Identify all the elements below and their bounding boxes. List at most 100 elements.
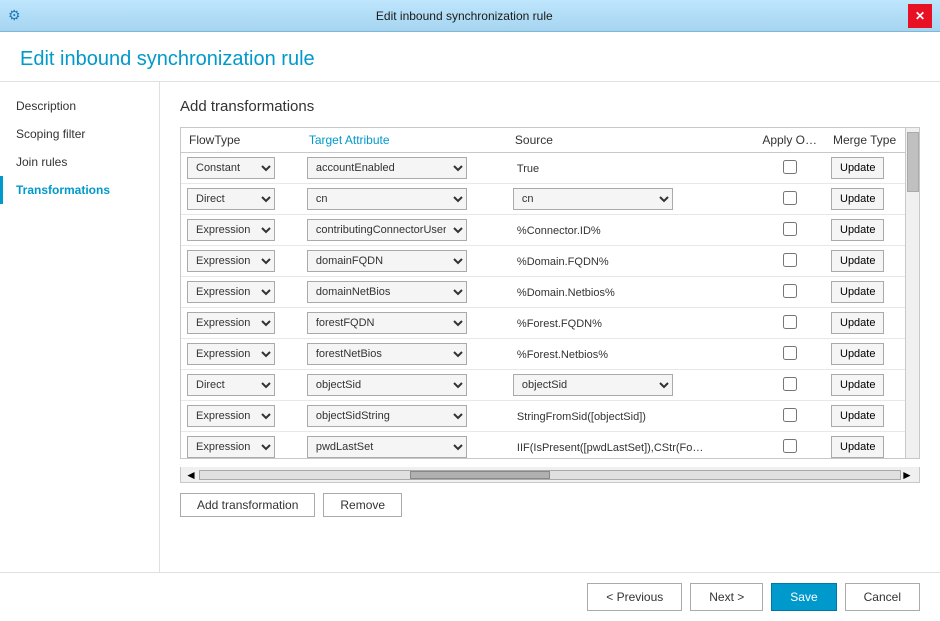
apply-cell xyxy=(754,432,825,459)
target-select[interactable]: objectSidString xyxy=(307,405,467,427)
target-select[interactable]: domainNetBios xyxy=(307,281,467,303)
apply-checkbox[interactable] xyxy=(783,222,797,236)
window-title: Edit inbound synchronization rule xyxy=(21,9,908,23)
vertical-scrollbar[interactable] xyxy=(905,128,919,458)
target-select[interactable]: domainFQDN xyxy=(307,250,467,272)
previous-button[interactable]: < Previous xyxy=(587,583,682,611)
sidebar-item-join-rules[interactable]: Join rules xyxy=(0,148,159,176)
source-text: StringFromSid([objectSid]) xyxy=(513,409,650,425)
apply-cell xyxy=(754,370,825,401)
flowtype-cell: ConstantDirectExpression xyxy=(181,277,301,308)
merge-button[interactable]: Update xyxy=(831,188,884,210)
flowtype-cell: ConstantDirectExpression xyxy=(181,308,301,339)
scroll-thumb[interactable] xyxy=(907,132,919,192)
apply-cell xyxy=(754,184,825,215)
merge-button[interactable]: Update xyxy=(831,374,884,396)
flowtype-select[interactable]: ConstantDirectExpression xyxy=(187,343,275,365)
apply-cell xyxy=(754,339,825,370)
merge-button[interactable]: Update xyxy=(831,312,884,334)
table-row: ConstantDirectExpression contributingConn… xyxy=(181,215,905,246)
target-select[interactable]: cn xyxy=(307,188,467,210)
merge-cell: Update xyxy=(825,277,905,308)
apply-cell xyxy=(754,401,825,432)
apply-checkbox[interactable] xyxy=(783,253,797,267)
apply-checkbox[interactable] xyxy=(783,284,797,298)
next-button[interactable]: Next > xyxy=(690,583,763,611)
source-cell: %Forest.FQDN% xyxy=(507,308,754,339)
flowtype-select[interactable]: ConstantDirectExpression xyxy=(187,219,275,241)
target-select[interactable]: forestNetBios xyxy=(307,343,467,365)
content-area: Description Scoping filter Join rules Tr… xyxy=(0,82,940,572)
target-select[interactable]: forestFQDN xyxy=(307,312,467,334)
target-select[interactable]: accountEnabled xyxy=(307,157,467,179)
col-apply: Apply O… xyxy=(754,128,825,153)
merge-cell: Update xyxy=(825,432,905,459)
apply-checkbox[interactable] xyxy=(783,439,797,453)
flowtype-select[interactable]: ConstantDirectExpression xyxy=(187,188,275,210)
flowtype-select[interactable]: ConstantDirectExpression xyxy=(187,281,275,303)
apply-checkbox[interactable] xyxy=(783,377,797,391)
merge-button[interactable]: Update xyxy=(831,436,884,458)
top-bar: Edit inbound synchronization rule xyxy=(0,32,940,82)
horizontal-scroll-bar[interactable]: ◄ ► xyxy=(180,467,920,483)
source-text: %Domain.FQDN% xyxy=(513,254,613,270)
transformations-table: FlowType Target Attribute Source Apply O… xyxy=(181,128,905,458)
cancel-button[interactable]: Cancel xyxy=(845,583,920,611)
apply-cell xyxy=(754,277,825,308)
merge-cell: Update xyxy=(825,339,905,370)
sidebar-item-scoping-filter[interactable]: Scoping filter xyxy=(0,120,159,148)
merge-button[interactable]: Update xyxy=(831,405,884,427)
target-select[interactable]: contributingConnectorUser xyxy=(307,219,467,241)
apply-checkbox[interactable] xyxy=(783,160,797,174)
merge-button[interactable]: Update xyxy=(831,343,884,365)
save-button[interactable]: Save xyxy=(771,583,836,611)
apply-checkbox[interactable] xyxy=(783,191,797,205)
source-cell: %Connector.ID% xyxy=(507,215,754,246)
title-bar: ⚙ Edit inbound synchronization rule ✕ xyxy=(0,0,940,32)
table-scroll-area: FlowType Target Attribute Source Apply O… xyxy=(181,128,919,458)
table-row: ConstantDirectExpression cn cn Update xyxy=(181,184,905,215)
sidebar-item-transformations[interactable]: Transformations xyxy=(0,176,159,204)
flowtype-select[interactable]: ConstantDirectExpression xyxy=(187,405,275,427)
flowtype-select[interactable]: ConstantDirectExpression xyxy=(187,436,275,458)
target-select[interactable]: pwdLastSet xyxy=(307,436,467,458)
sidebar-item-description[interactable]: Description xyxy=(0,92,159,120)
source-cell: objectSid xyxy=(507,370,754,401)
target-cell: forestFQDN xyxy=(301,308,507,339)
flowtype-select[interactable]: ConstantDirectExpression xyxy=(187,312,275,334)
source-cell: StringFromSid([objectSid]) xyxy=(507,401,754,432)
apply-cell xyxy=(754,308,825,339)
merge-button[interactable]: Update xyxy=(831,250,884,272)
footer: < Previous Next > Save Cancel xyxy=(0,572,940,621)
h-scroll-thumb[interactable] xyxy=(410,471,550,479)
merge-cell: Update xyxy=(825,401,905,432)
flowtype-select[interactable]: ConstantDirectExpression xyxy=(187,374,275,396)
add-transformation-button[interactable]: Add transformation xyxy=(180,493,315,517)
target-select[interactable]: objectSid xyxy=(307,374,467,396)
merge-button[interactable]: Update xyxy=(831,281,884,303)
merge-button[interactable]: Update xyxy=(831,219,884,241)
table-wrapper[interactable]: FlowType Target Attribute Source Apply O… xyxy=(181,128,905,458)
apply-checkbox[interactable] xyxy=(783,346,797,360)
source-text: %Forest.FQDN% xyxy=(513,316,606,332)
merge-button[interactable]: Update xyxy=(831,157,884,179)
source-select[interactable]: objectSid xyxy=(513,374,673,396)
remove-button[interactable]: Remove xyxy=(323,493,402,517)
close-button[interactable]: ✕ xyxy=(908,4,932,28)
h-scroll-track[interactable] xyxy=(199,470,901,480)
source-text: %Domain.Netbios% xyxy=(513,285,619,301)
flowtype-cell: ConstantDirectExpression xyxy=(181,339,301,370)
h-scroll-right-arrow[interactable]: ► xyxy=(901,468,915,482)
flowtype-select[interactable]: ConstantDirectExpression xyxy=(187,157,275,179)
source-select[interactable]: cn xyxy=(513,188,673,210)
flowtype-select[interactable]: ConstantDirectExpression xyxy=(187,250,275,272)
main-window: ⚙ Edit inbound synchronization rule ✕ Ed… xyxy=(0,0,940,621)
app-icon: ⚙ xyxy=(8,7,21,24)
flowtype-cell: ConstantDirectExpression xyxy=(181,246,301,277)
merge-cell: Update xyxy=(825,308,905,339)
apply-checkbox[interactable] xyxy=(783,408,797,422)
h-scroll-left-arrow[interactable]: ◄ xyxy=(185,468,199,482)
target-cell: contributingConnectorUser xyxy=(301,215,507,246)
source-cell: %Forest.Netbios% xyxy=(507,339,754,370)
apply-checkbox[interactable] xyxy=(783,315,797,329)
